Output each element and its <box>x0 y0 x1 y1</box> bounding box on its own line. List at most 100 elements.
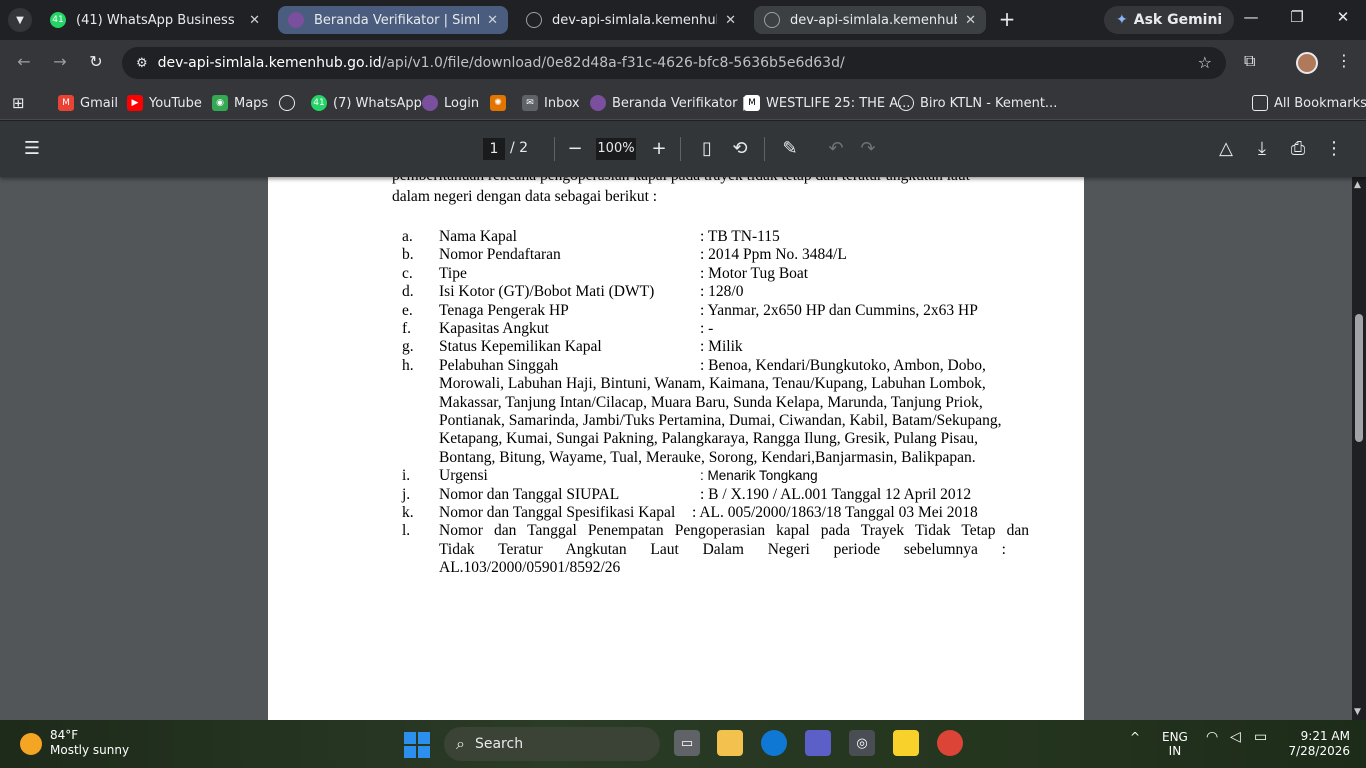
all-bookmarks-button[interactable]: All Bookmarks <box>1252 93 1366 113</box>
undo-icon[interactable]: ↶ <box>825 138 847 159</box>
redo-icon[interactable]: ↷ <box>857 138 879 159</box>
item-letter: b. <box>402 246 414 264</box>
mail-icon: M <box>58 95 74 111</box>
zoom-in-icon[interactable]: + <box>648 138 670 159</box>
inbox-icon: ✉ <box>522 95 538 111</box>
fit-page-icon[interactable]: ▯ <box>696 138 718 159</box>
tab-dev-api-1[interactable]: dev-api-simlala.kemenhub.go.id ✕ <box>516 6 746 34</box>
scroll-up-icon[interactable]: ▲ <box>1354 180 1361 190</box>
item-value: : 2014 Ppm No. 3484/L <box>700 246 847 264</box>
tab-strip: ▼ 41 (41) WhatsApp Business ✕ Beranda Ve… <box>0 0 1366 40</box>
taskbar-search[interactable]: ⌕ Search <box>444 727 660 761</box>
forward-button[interactable]: → <box>48 52 72 71</box>
windows-start-icon[interactable] <box>404 732 430 758</box>
sticky-notes-icon[interactable] <box>893 730 919 756</box>
item-value: : Milik <box>700 338 743 356</box>
new-tab-button[interactable]: + <box>995 8 1019 32</box>
bookmark-star-icon[interactable]: ☆ <box>1198 53 1212 72</box>
address-bar[interactable]: ⚙ dev-api-simlala.kemenhub.go.id/api/v1.… <box>122 47 1226 79</box>
scroll-down-icon[interactable]: ▼ <box>1354 707 1361 717</box>
bookmark-label: Beranda Verifikator |... <box>612 95 759 111</box>
tab-search-button[interactable]: ▼ <box>8 8 32 32</box>
site-info-icon[interactable]: ⚙ <box>136 56 148 71</box>
bookmark-youtube[interactable]: ▶ YouTube <box>127 93 202 113</box>
bookmark-maps[interactable]: ◉ Maps <box>212 93 268 113</box>
youtube-icon: ▶ <box>127 95 143 111</box>
chrome-icon[interactable] <box>937 730 963 756</box>
scrollbar[interactable]: ▲ ▼ <box>1352 177 1366 720</box>
clock[interactable]: 9:21 AM 7/28/2026 <box>1286 729 1350 759</box>
reload-button[interactable]: ↻ <box>84 52 108 71</box>
pdf-viewer[interactable]: pemberitahuan rencana pengoperasian kapa… <box>0 177 1366 720</box>
zoom-input[interactable]: 100% <box>596 138 636 160</box>
close-icon[interactable]: ✕ <box>725 13 736 28</box>
tab-dev-api-2[interactable]: dev-api-simlala.kemenhub.go.id ✕ <box>754 6 986 34</box>
bookmark-globe[interactable] <box>279 93 301 113</box>
print-icon[interactable]: ⎙ <box>1287 138 1309 159</box>
task-view-icon[interactable]: ▭ <box>674 730 700 756</box>
item-letter: h. <box>402 356 414 374</box>
all-bookmarks-label: All Bookmarks <box>1274 95 1366 111</box>
restore-button[interactable]: ❐ <box>1282 8 1312 26</box>
bookmark-login[interactable]: Login <box>422 93 479 113</box>
taskbar: 84°F Mostly sunny ⌕ Search ▭ ◎ ^ ENG IN ◠ ◁… <box>0 720 1366 768</box>
item-letter: c. <box>402 264 413 282</box>
drive-icon[interactable]: △ <box>1215 138 1237 159</box>
edge-icon[interactable] <box>761 730 787 756</box>
wifi-icon[interactable]: ◠ <box>1206 730 1218 744</box>
bookmark-westlife[interactable]: M WESTLIFE 25: THE A... <box>744 93 910 113</box>
annotate-icon[interactable]: ✎ <box>779 138 801 159</box>
extensions-icon[interactable]: ⧉ <box>1244 51 1255 71</box>
bookmark-label: Maps <box>234 95 269 111</box>
port-text: Bontang, Bitung, Wayame, Tual, Merauke, … <box>439 448 976 466</box>
camera-icon[interactable]: ◎ <box>849 730 875 756</box>
close-icon[interactable]: ✕ <box>249 13 260 28</box>
language-indicator[interactable]: ENG IN <box>1162 730 1188 758</box>
tab-beranda-verifikator[interactable]: Beranda Verifikator | SimLala ✕ <box>278 6 508 34</box>
back-button[interactable]: ← <box>12 52 36 71</box>
browser-toolbar: ← → ↻ ⚙ dev-api-simlala.kemenhub.go.id/a… <box>0 40 1366 86</box>
url-text[interactable]: dev-api-simlala.kemenhub.go.id/api/v1.0/… <box>158 55 845 71</box>
hamburger-menu-icon[interactable]: ☰ <box>21 138 43 159</box>
apps-icon[interactable]: ⊞ <box>12 93 25 113</box>
tray-chevron-icon[interactable]: ^ <box>1130 730 1140 744</box>
close-icon[interactable]: ✕ <box>965 13 976 28</box>
battery-icon[interactable]: ▭ <box>1254 730 1267 744</box>
item-letter: f. <box>402 320 412 337</box>
profile-avatar[interactable] <box>1296 52 1318 74</box>
more-options-icon[interactable]: ⋮ <box>1323 138 1345 159</box>
item-letter: j. <box>402 485 411 503</box>
minimize-button[interactable]: — <box>1236 8 1266 26</box>
bookmark-beranda-verifikator[interactable]: Beranda Verifikator |... <box>590 93 758 113</box>
tab-title: Beranda Verifikator | SimLala <box>314 12 479 28</box>
tab-whatsapp-business[interactable]: 41 (41) WhatsApp Business ✕ <box>40 6 270 34</box>
bookmark-biro-ktln[interactable]: Biro KTLN - Kement... <box>898 93 1057 113</box>
close-icon[interactable]: ✕ <box>487 13 498 28</box>
divider <box>554 137 555 161</box>
file-explorer-icon[interactable] <box>717 730 743 756</box>
map-pin-icon: ◉ <box>212 95 228 111</box>
app-icon[interactable] <box>805 730 831 756</box>
rotate-icon[interactable]: ⟲ <box>729 138 751 159</box>
bookmark-whatsapp[interactable]: 41 (7) WhatsApp <box>311 93 422 113</box>
ask-gemini-button[interactable]: ✦ Ask Gemini <box>1104 6 1235 34</box>
page-number-input[interactable]: 1 <box>483 138 505 160</box>
item-value: : - <box>700 320 714 337</box>
scrollbar-thumb[interactable] <box>1355 314 1363 442</box>
item-letter: g. <box>402 338 414 356</box>
divider <box>764 137 765 161</box>
volume-icon[interactable]: ◁ <box>1230 730 1241 744</box>
menu-icon[interactable]: ⋮ <box>1336 51 1352 70</box>
item-value: : Benoa, Kendari/Bungkutoko, Ambon, Dobo… <box>700 356 986 374</box>
bookmark-gmail[interactable]: M Gmail <box>58 93 118 113</box>
tab-title: dev-api-simlala.kemenhub.go.id <box>790 12 957 28</box>
close-window-button[interactable]: ✕ <box>1328 8 1358 26</box>
bookmark-inbox[interactable]: ✉ Inbox <box>522 93 580 113</box>
login-icon <box>422 95 438 111</box>
m-icon: M <box>744 95 760 111</box>
zoom-out-icon[interactable]: − <box>564 138 586 159</box>
globe-icon <box>279 95 295 111</box>
bookmark-pinwheel[interactable]: ✺ <box>490 93 512 113</box>
weather-temp: 84°F <box>50 728 79 742</box>
download-icon[interactable]: ⤓ <box>1251 138 1273 159</box>
